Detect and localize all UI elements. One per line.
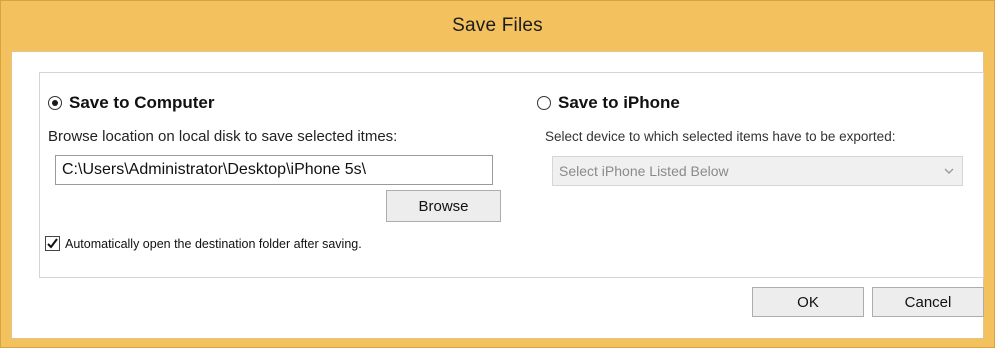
auto-open-option[interactable]: Automatically open the destination folde… <box>45 236 362 251</box>
device-select[interactable]: Select iPhone Listed Below <box>552 156 963 186</box>
chevron-down-icon <box>944 168 954 174</box>
auto-open-checkbox[interactable] <box>45 236 60 251</box>
cancel-button[interactable]: Cancel <box>872 287 984 317</box>
dialog-body: Save to Computer Browse location on loca… <box>11 51 984 339</box>
save-path-input[interactable] <box>55 155 493 185</box>
save-files-dialog: Save Files Save to Computer Browse locat… <box>0 0 995 348</box>
auto-open-label: Automatically open the destination folde… <box>65 236 362 251</box>
browse-button[interactable]: Browse <box>386 190 501 222</box>
device-select-value: Select iPhone Listed Below <box>559 163 729 179</box>
title-bar[interactable]: Save Files <box>1 1 994 51</box>
checkmark-icon <box>47 238 58 249</box>
window-title: Save Files <box>452 15 543 36</box>
iphone-export-hint: Select device to which selected items ha… <box>545 129 896 144</box>
save-to-computer-radio[interactable] <box>48 96 62 110</box>
save-to-iphone-radio[interactable] <box>537 96 551 110</box>
save-to-computer-option[interactable]: Save to Computer <box>48 93 214 113</box>
save-to-iphone-option[interactable]: Save to iPhone <box>537 93 680 113</box>
save-to-iphone-label: Save to iPhone <box>558 93 680 112</box>
save-to-computer-label: Save to Computer <box>69 93 215 112</box>
ok-button[interactable]: OK <box>752 287 864 317</box>
save-options-group: Save to Computer Browse location on loca… <box>39 72 984 278</box>
local-disk-hint: Browse location on local disk to save se… <box>48 128 398 145</box>
